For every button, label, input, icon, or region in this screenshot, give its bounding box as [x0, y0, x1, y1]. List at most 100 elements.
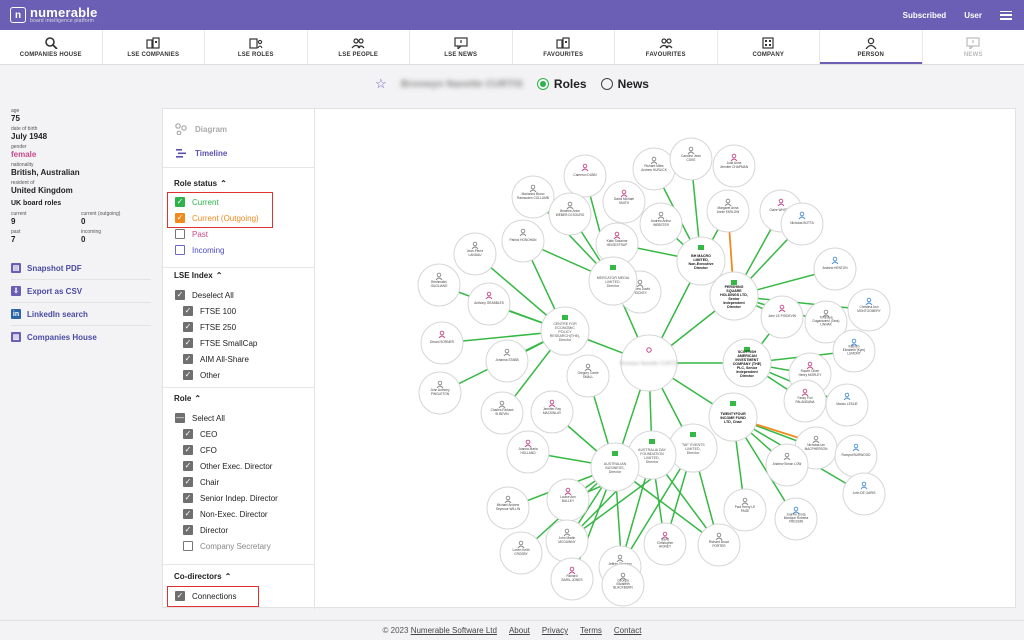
person-node[interactable]: Dirrani SORNER: [420, 321, 464, 365]
lse-ftse-250[interactable]: ✓ FTSE 250: [183, 322, 236, 332]
lse-index-title[interactable]: LSE Index ⌃: [174, 271, 222, 280]
role-director[interactable]: ✓ Director: [183, 525, 228, 535]
nav-tab-companies-house[interactable]: COMPANIES HOUSE: [0, 30, 103, 64]
nav-tab-company[interactable]: COMPANY: [718, 30, 820, 64]
role-select-all-checkbox[interactable]: —: [175, 413, 185, 423]
person-node[interactable]: Nicholas BOTTA: [780, 202, 824, 246]
role-chair-checkbox[interactable]: ✓: [183, 477, 193, 487]
person-node[interactable]: Michael AndrewSeymour WILLIN: [486, 486, 530, 530]
news-radio[interactable]: News: [600, 77, 649, 91]
export-csv-link[interactable]: ⇩ Export as CSV: [11, 280, 151, 303]
person-node[interactable]: Beatrice AnneWEBER-DI SOURO: [548, 192, 592, 236]
nav-tab-lse-companies[interactable]: LSE COMPANIES: [103, 30, 205, 64]
person-node[interactable]: John MartinMCGUINNY: [545, 519, 589, 563]
role-non-exec-director[interactable]: ✓ Non-Exec. Director: [183, 509, 268, 519]
role-other-exec-director-checkbox[interactable]: ✓: [183, 461, 193, 471]
role-non-exec-director-checkbox[interactable]: ✓: [183, 509, 193, 519]
timeline-option[interactable]: Timeline: [175, 147, 227, 159]
lse-other[interactable]: ✓ Other: [183, 370, 220, 380]
codirectors-title[interactable]: Co-directors ⌃: [174, 572, 231, 581]
person-node[interactable]: Rompot BURWOOD: [834, 434, 878, 478]
person-node[interactable]: Joanna MariaHOLLAND: [506, 430, 550, 474]
diagram-option[interactable]: Diagram: [175, 123, 227, 135]
connections[interactable]: ✓ Connections: [175, 591, 236, 601]
nav-tab-lse-news[interactable]: LSE NEWS: [410, 30, 513, 64]
subscribed-link[interactable]: Subscribed: [903, 11, 947, 20]
person-node[interactable]: Caroline JeanCOKE: [669, 137, 713, 181]
role-status-current[interactable]: ✓ Current: [175, 197, 219, 207]
person-node[interactable]: Andrew Simon LOW: [765, 443, 809, 487]
person-node[interactable]: KathrynElizabeth (Kym)LUMONT: [832, 329, 876, 373]
role-ceo[interactable]: ✓ CEO: [183, 429, 217, 439]
person-node[interactable]: Marianna BrunoRamsuden COLLUMB: [511, 175, 555, 219]
news-radio-dot[interactable]: [600, 78, 613, 90]
role-select-all[interactable]: — Select All: [175, 413, 225, 423]
terms-link[interactable]: Terms: [580, 626, 602, 635]
lse-deselect-all-checkbox[interactable]: ✓: [175, 290, 185, 300]
person-node[interactable]: Anthony GRABBLES: [467, 282, 511, 326]
lse-ftse-100[interactable]: ✓ FTSE 100: [183, 306, 236, 316]
person-node[interactable]: Andrew HENTON: [813, 247, 857, 291]
role-senior-indep-director-checkbox[interactable]: ✓: [183, 493, 193, 503]
person-node[interactable]: Julia AnneJennifer CHAPMAN: [712, 144, 756, 188]
role-senior-indep-director[interactable]: ✓ Senior Indep. Director: [183, 493, 278, 503]
person-node[interactable]: Marcio LESLIE: [825, 383, 869, 427]
user-menu[interactable]: User: [964, 11, 982, 20]
role-status-incoming-checkbox[interactable]: [175, 245, 185, 255]
privacy-link[interactable]: Privacy: [542, 626, 568, 635]
person-node[interactable]: Cameron DUNN: [563, 154, 607, 198]
favourite-star-icon[interactable]: ☆: [375, 76, 387, 92]
role-other-exec-director[interactable]: ✓ Other Exec. Director: [183, 461, 272, 471]
person-node[interactable]: Richard MilesAndrew HURLICK: [632, 147, 676, 191]
role-company-secretary-checkbox[interactable]: [183, 541, 193, 551]
company-node[interactable]: TWENTYFOURINCOME FUNDLTD, Chair: [708, 392, 758, 442]
person-node[interactable]: Richard BrucePORTER: [697, 523, 741, 567]
company-link[interactable]: Numerable Software Ltd: [411, 626, 497, 635]
company-node[interactable]: CENTRE FORECONOMICPOLICYRESEARCH(THE),Di…: [540, 306, 590, 356]
network-graph[interactable]: Cameron DUNN Marianna BrunoRamsuden COLLU…: [315, 109, 1017, 609]
nav-tab-favourites[interactable]: FAVOURITES: [615, 30, 718, 64]
person-node[interactable]: Lorien KeithCROSBY: [499, 531, 543, 575]
person-node[interactable]: Louise AnnBULLEY: [546, 478, 590, 522]
person-node[interactable]: John AnthonyPINGLETON: [418, 371, 462, 415]
role-status-past[interactable]: Past: [175, 229, 208, 239]
role-company-secretary[interactable]: Company Secretary: [183, 541, 271, 551]
role-title[interactable]: Role ⌃: [174, 394, 201, 403]
person-node[interactable]: Fassy PuriPALANDANA: [783, 379, 827, 423]
role-ceo-checkbox[interactable]: ✓: [183, 429, 193, 439]
nav-tab-person[interactable]: PERSON: [820, 30, 923, 64]
person-node[interactable]: Joanne LindaMonique RobertaFRESSIN: [774, 497, 818, 541]
about-link[interactable]: About: [509, 626, 530, 635]
person-node[interactable]: Patrick HONOHAN: [501, 219, 545, 263]
person-node[interactable]: GeorgiaElizabethBLACKBURN: [601, 563, 645, 607]
role-chair[interactable]: ✓ Chair: [183, 477, 219, 487]
person-node[interactable]: John LE POIDEVIN: [760, 295, 804, 339]
nav-tab-favourites[interactable]: FAVOURITES: [513, 30, 615, 64]
linkedin-search-link[interactable]: in LinkedIn search: [11, 303, 151, 326]
companies-house-link[interactable]: ▥ Companies House: [11, 326, 151, 348]
lse-ftse-smallcap-checkbox[interactable]: ✓: [183, 338, 193, 348]
contact-link[interactable]: Contact: [614, 626, 642, 635]
nav-tab-lse-people[interactable]: LSE PEOPLE: [308, 30, 410, 64]
role-cfo-checkbox[interactable]: ✓: [183, 445, 193, 455]
role-status-past-checkbox[interactable]: [175, 229, 185, 239]
company-node[interactable]: AUSTRALIANBUSINESS,Director: [590, 442, 640, 492]
person-node[interactable]: Jean-PierreLANDAU: [453, 232, 497, 276]
role-status-title[interactable]: Role status ⌃: [174, 179, 227, 188]
person-node[interactable]: Paul Henry LEPAGE: [723, 488, 767, 532]
role-cfo[interactable]: ✓ CFO: [183, 445, 217, 455]
company-node[interactable]: SCOTTISHAMERICANINVESTMENTCOMPANY (THE)P…: [722, 338, 772, 388]
person-node[interactable]: Andrew ArthurWEBSTER: [639, 202, 683, 246]
connections-checkbox[interactable]: ✓: [175, 591, 185, 601]
company-node[interactable]: PERSHINGSQUAREHOLDINGS LTD,SeniorIndepen…: [709, 271, 759, 321]
person-node[interactable]: RichardBARIL-JONES: [550, 557, 594, 601]
role-status-incoming[interactable]: Incoming: [175, 245, 224, 255]
person-node[interactable]: David MichaelSMITH: [602, 180, 646, 224]
logo[interactable]: n numerable board intelligence platform: [10, 6, 98, 24]
person-node[interactable]: Christina AnnMONTGOMERY: [847, 288, 891, 332]
lse-aim-all-share[interactable]: ✓ AIM All-Share: [183, 354, 249, 364]
person-node[interactable]: ReshmaliniGUGLIANO: [417, 263, 461, 307]
role-director-checkbox[interactable]: ✓: [183, 525, 193, 535]
roles-radio-dot[interactable]: [536, 78, 549, 90]
lse-deselect-all[interactable]: ✓ Deselect All: [175, 290, 234, 300]
